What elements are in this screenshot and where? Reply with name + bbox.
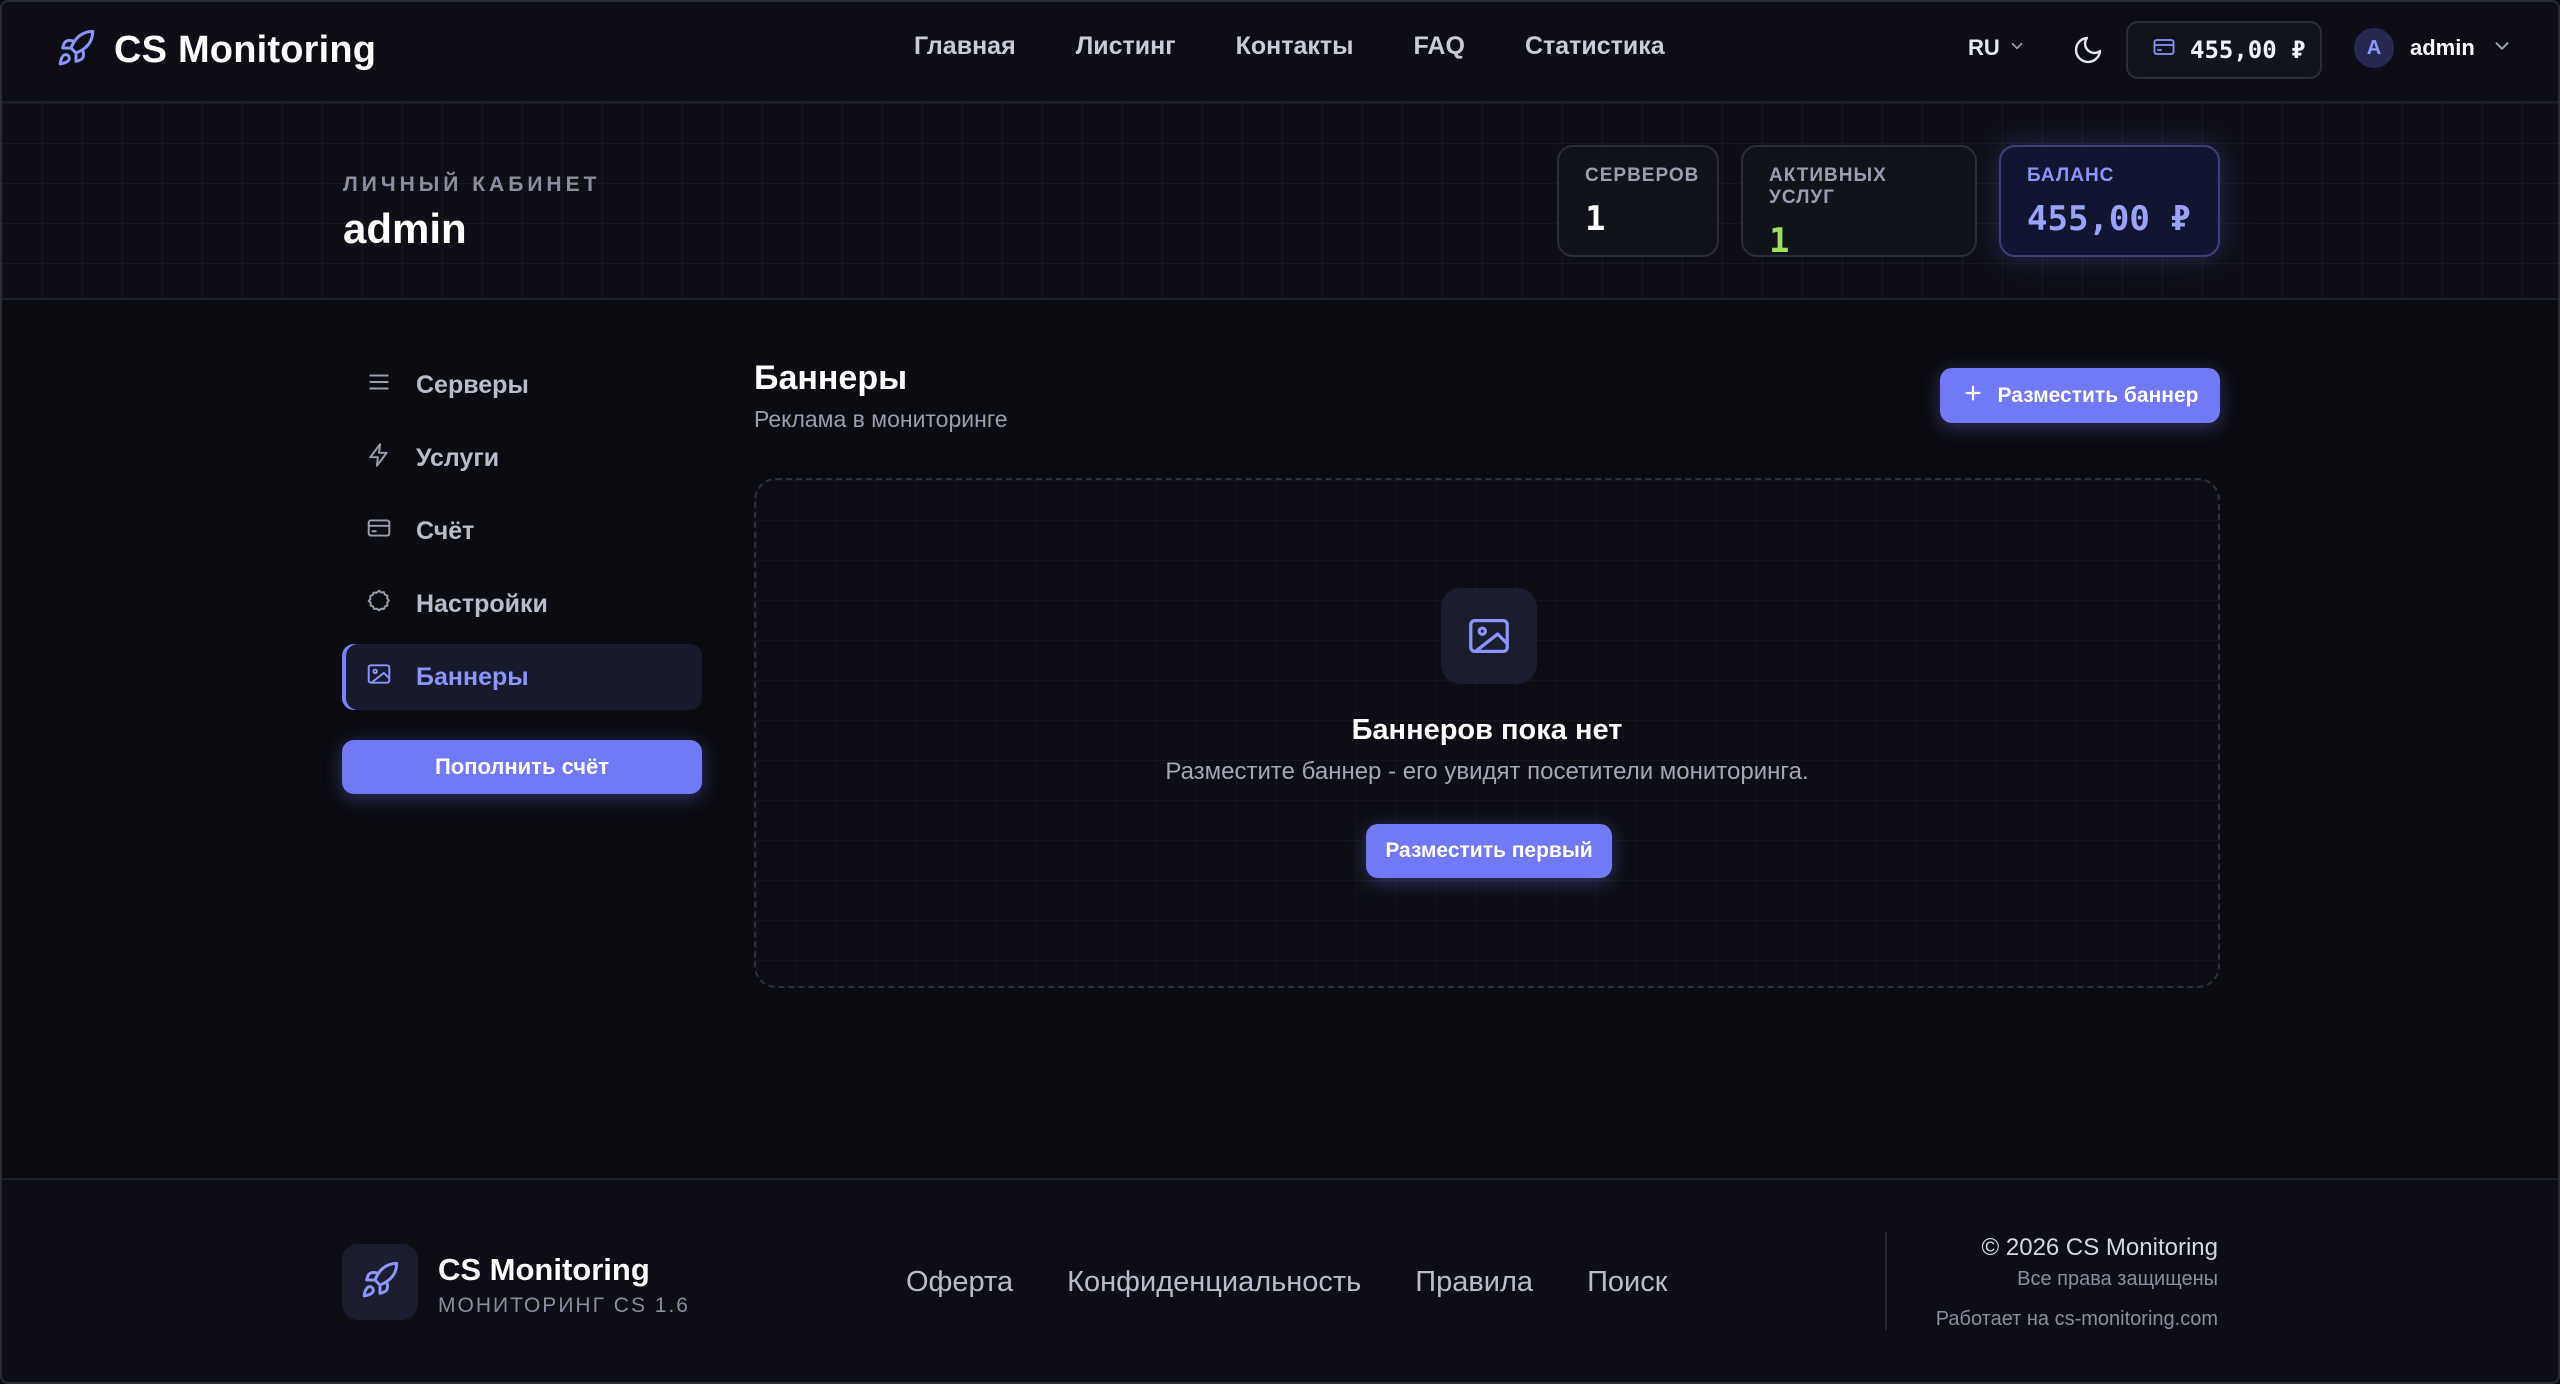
card-icon — [2152, 35, 2176, 65]
hero-kicker: ЛИЧНЫЙ КАБИНЕТ — [343, 173, 601, 196]
footer-logo[interactable] — [342, 1244, 418, 1320]
wallet-balance-button[interactable]: 455,00 ₽ — [2126, 21, 2322, 79]
hero-username: admin — [343, 205, 467, 252]
sidebar-item-banners[interactable]: Баннеры — [342, 644, 702, 710]
footer-link-search[interactable]: Поиск — [1587, 1266, 1667, 1299]
footer-link-privacy[interactable]: Конфиденциальность — [1067, 1266, 1361, 1299]
wallet-amount: 455,00 ₽ — [2190, 36, 2306, 64]
sidebar-item-label: Баннеры — [416, 662, 529, 691]
stat-servers: СЕРВЕРОВ 1 — [1557, 145, 1719, 257]
top-navbar: CS Monitoring Главная Листинг Контакты F… — [2, 2, 2558, 103]
site-footer: CS Monitoring МОНИТОРИНГ CS 1.6 Оферта К… — [2, 1178, 2558, 1382]
sidebar-item-account[interactable]: Счёт — [342, 498, 702, 564]
footer-divider — [1885, 1232, 1887, 1330]
stat-servers-value: 1 — [1585, 199, 1606, 239]
footer-tagline: МОНИТОРИНГ CS 1.6 — [438, 1294, 690, 1317]
place-banner-label: Разместить баннер — [1997, 383, 2199, 407]
plus-icon — [1962, 382, 1984, 410]
footer-links: Оферта Конфиденциальность Правила Поиск — [906, 1266, 1667, 1299]
banners-empty-state: Баннеров пока нет Разместите баннер - ег… — [754, 478, 2220, 988]
stat-active-services: АКТИВНЫХ УСЛУГ 1 — [1741, 145, 1977, 261]
page-subtitle: Реклама в мониторинге — [754, 406, 1008, 432]
avatar: A — [2354, 28, 2394, 68]
gear-icon — [366, 588, 392, 621]
sidebar-item-settings[interactable]: Настройки — [342, 571, 702, 637]
nav-contacts[interactable]: Контакты — [1236, 32, 1354, 61]
chevron-down-icon — [2491, 35, 2513, 62]
footer-brand: CS Monitoring — [438, 1252, 650, 1287]
footer-rights: Все права защищены — [2017, 1268, 2218, 1290]
footer-link-rules[interactable]: Правила — [1415, 1266, 1533, 1299]
brand-title: CS Monitoring — [114, 29, 377, 71]
topup-button[interactable]: Пополнить счёт — [342, 740, 702, 794]
sidebar-item-label: Настройки — [416, 589, 548, 618]
stat-services-value: 1 — [1769, 221, 1790, 261]
footer-powered-by[interactable]: Работает на cs-monitoring.com — [1936, 1308, 2218, 1331]
rocket-icon — [360, 1260, 400, 1305]
theme-toggle[interactable] — [2072, 34, 2104, 71]
stat-servers-label: СЕРВЕРОВ — [1585, 165, 1700, 186]
empty-state-text: Разместите баннер - его увидят посетител… — [1165, 758, 1809, 785]
account-sidebar: Серверы Услуги Счёт Настройки Баннеры По… — [342, 352, 702, 794]
nav-listing[interactable]: Листинг — [1076, 32, 1176, 61]
stat-balance: БАЛАНС 455,00 ₽ — [1999, 145, 2220, 257]
main-nav: Главная Листинг Контакты FAQ Статистика — [914, 32, 1665, 61]
image-icon — [1441, 588, 1537, 684]
page-title: Баннеры — [754, 359, 908, 397]
language-selector[interactable]: RU — [1968, 35, 2026, 61]
list-icon — [366, 369, 392, 402]
footer-copyright: © 2026 CS Monitoring — [1981, 1234, 2218, 1261]
sidebar-item-label: Серверы — [416, 370, 529, 399]
user-name: admin — [2410, 35, 2475, 60]
brand-logo[interactable]: CS Monitoring — [56, 28, 376, 73]
bolt-icon — [366, 442, 392, 475]
image-icon — [366, 661, 392, 694]
app-window: CS Monitoring Главная Листинг Контакты F… — [0, 0, 2560, 1384]
sidebar-item-servers[interactable]: Серверы — [342, 352, 702, 418]
sidebar-item-label: Услуги — [416, 443, 500, 472]
sidebar-item-label: Счёт — [416, 516, 475, 545]
card-icon — [366, 515, 392, 548]
place-banner-button[interactable]: Разместить баннер — [1940, 368, 2220, 423]
nav-home[interactable]: Главная — [914, 32, 1016, 61]
chevron-down-icon — [2008, 35, 2026, 61]
nav-faq[interactable]: FAQ — [1414, 32, 1465, 61]
moon-icon — [2072, 36, 2104, 70]
user-menu[interactable]: A admin — [2354, 28, 2513, 68]
place-first-banner-button[interactable]: Разместить первый — [1366, 824, 1612, 878]
rocket-icon — [56, 28, 96, 73]
nav-statistics[interactable]: Статистика — [1525, 32, 1665, 61]
sidebar-item-services[interactable]: Услуги — [342, 425, 702, 491]
language-code: RU — [1968, 35, 2000, 60]
footer-link-offer[interactable]: Оферта — [906, 1266, 1013, 1299]
stat-balance-label: БАЛАНС — [2027, 165, 2115, 186]
stat-balance-value: 455,00 ₽ — [2027, 199, 2191, 239]
empty-state-title: Баннеров пока нет — [1351, 714, 1623, 746]
stat-services-label: АКТИВНЫХ УСЛУГ — [1769, 165, 1887, 208]
